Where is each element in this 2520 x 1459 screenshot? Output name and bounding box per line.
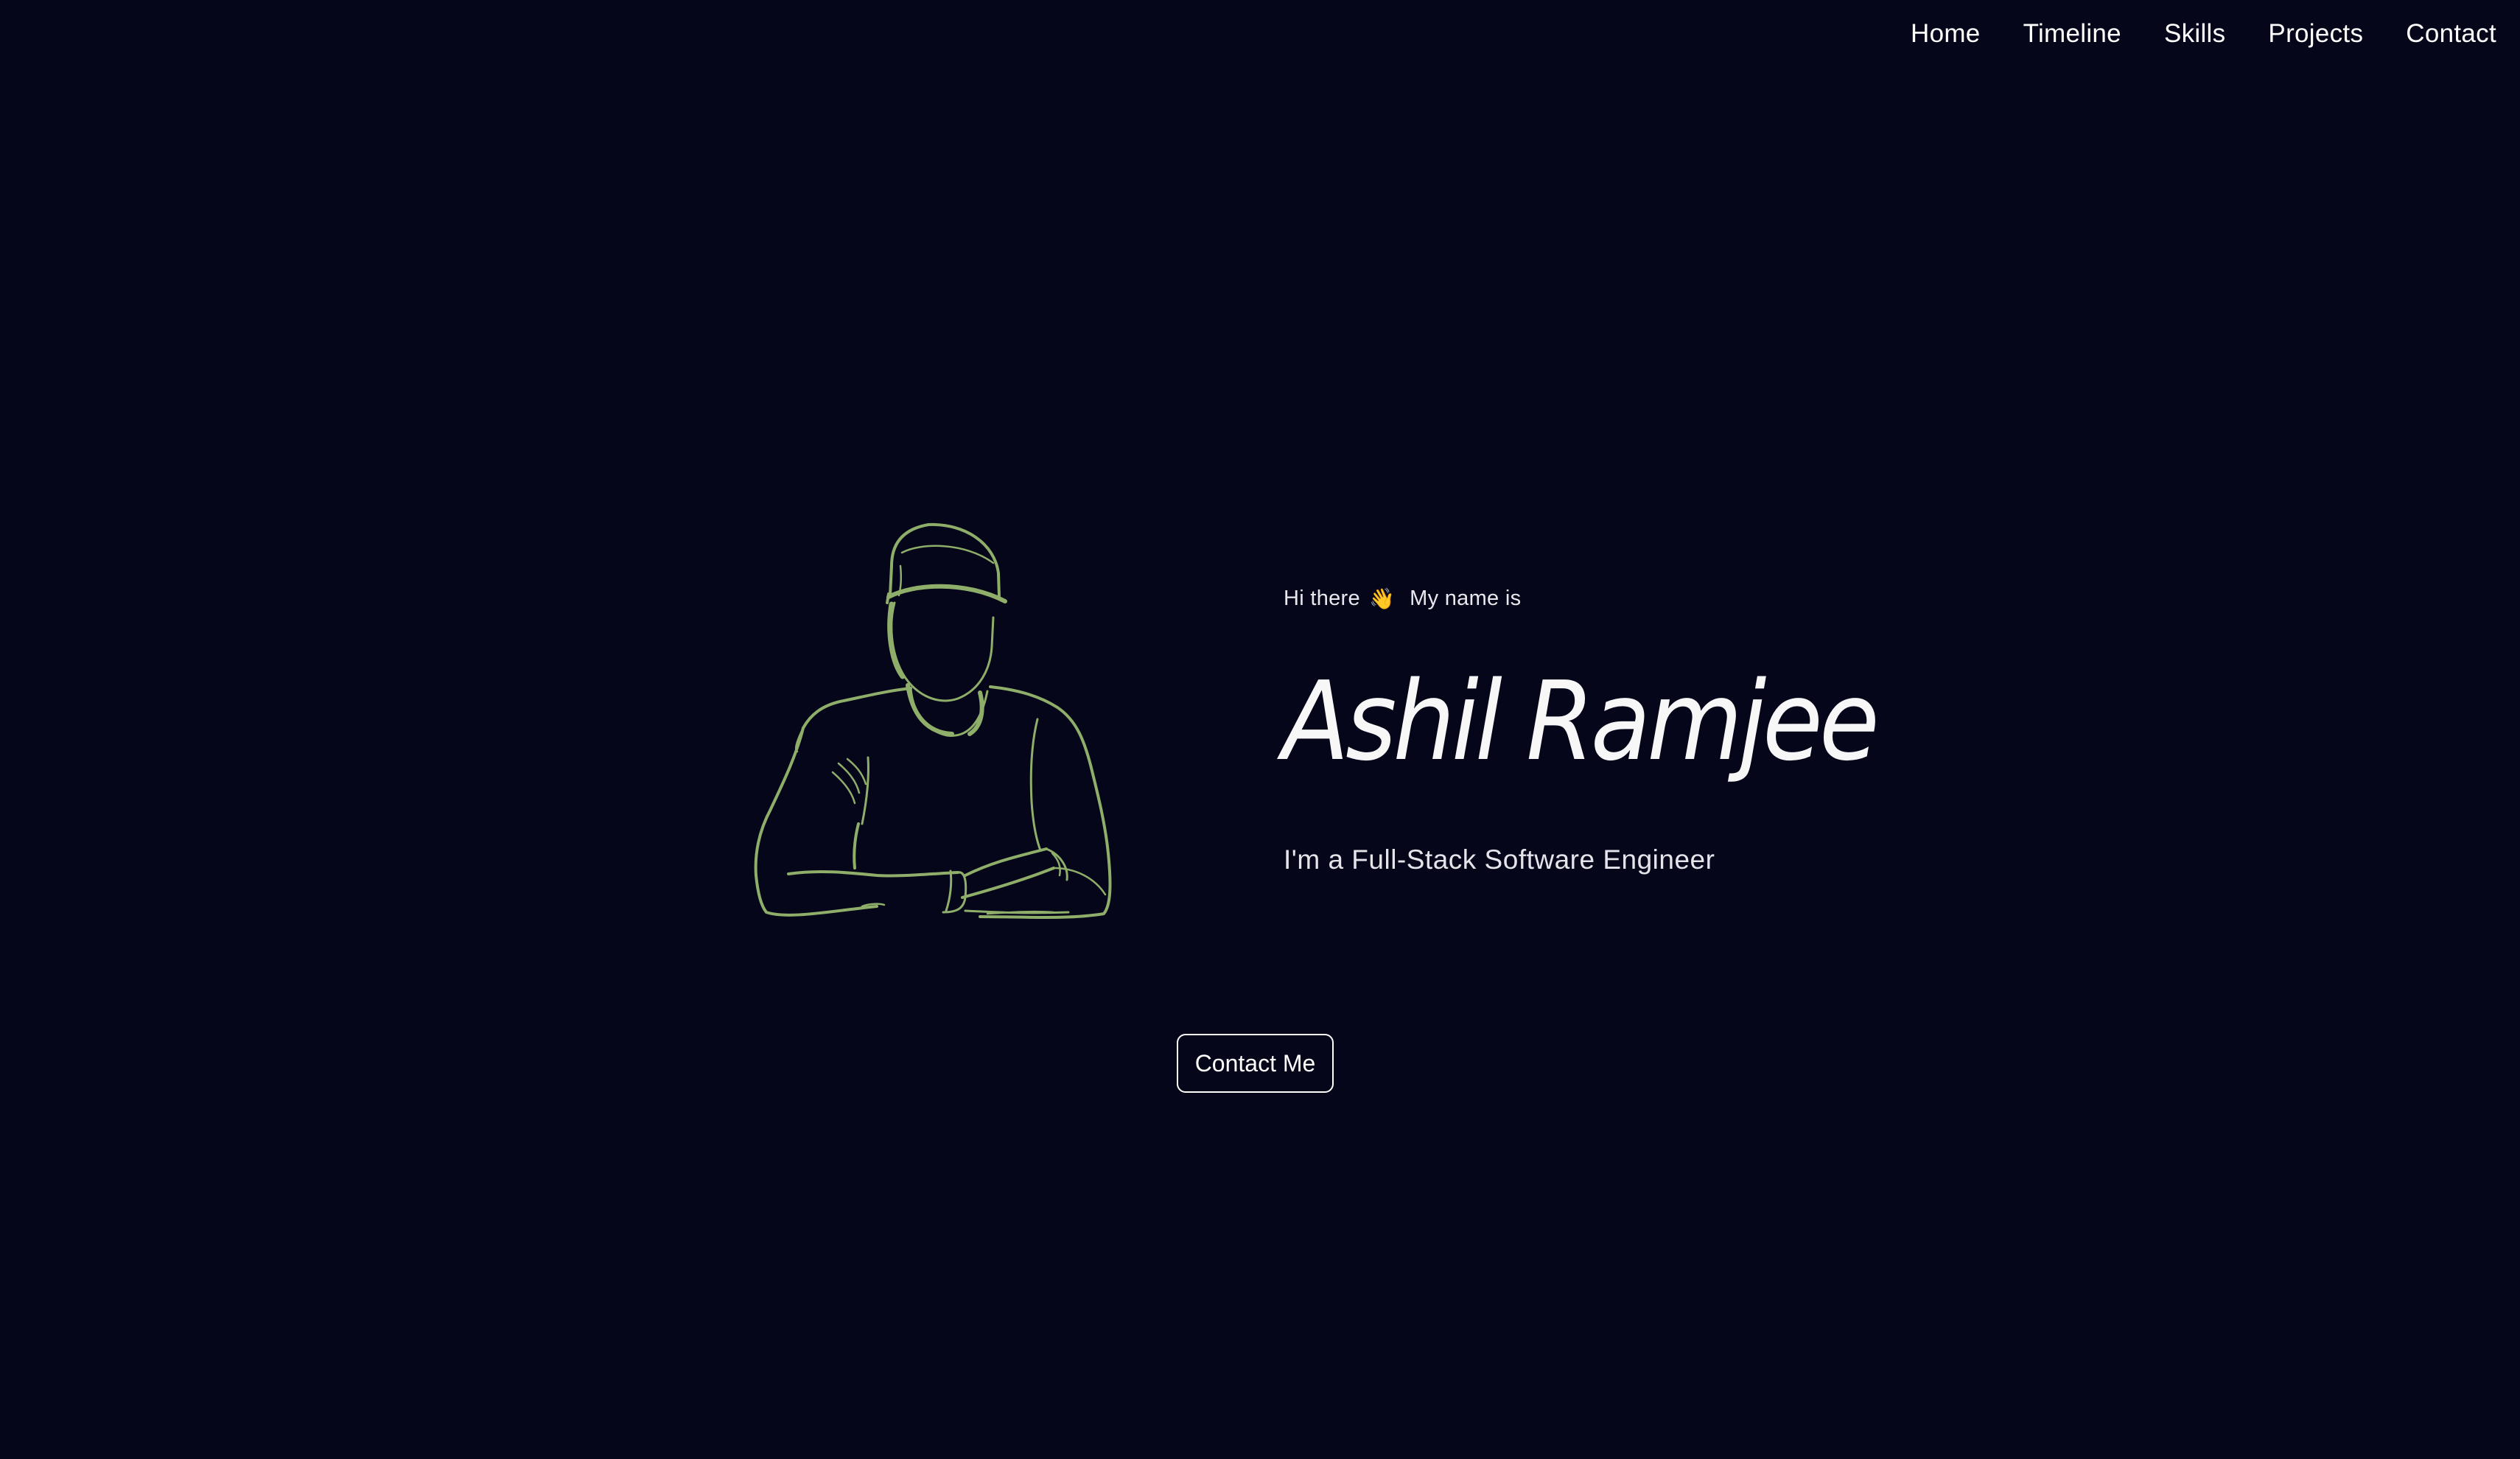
contact-me-button[interactable]: Contact Me bbox=[1177, 1034, 1334, 1093]
nav-contact[interactable]: Contact bbox=[2384, 16, 2496, 52]
top-nav: Home Timeline Skills Projects Contact bbox=[1889, 16, 2496, 52]
nav-home[interactable]: Home bbox=[1889, 16, 2002, 52]
nav-skills[interactable]: Skills bbox=[2143, 16, 2247, 52]
hero-name: Ashil Ramjee bbox=[1282, 658, 1880, 785]
intro-line: Hi there 👋 My name is bbox=[1284, 587, 1521, 611]
hero-role: I'm a Full-Stack Software Engineer bbox=[1284, 844, 1715, 875]
intro-suffix-text: My name is bbox=[1410, 587, 1522, 610]
person-line-art-icon bbox=[744, 522, 1142, 956]
greeting-text: Hi there bbox=[1284, 587, 1360, 610]
nav-timeline[interactable]: Timeline bbox=[2002, 16, 2143, 52]
nav-projects[interactable]: Projects bbox=[2247, 16, 2384, 52]
waving-hand-icon: 👋 bbox=[1368, 587, 1396, 610]
page: Home Timeline Skills Projects Contact Hi… bbox=[0, 0, 2520, 1459]
